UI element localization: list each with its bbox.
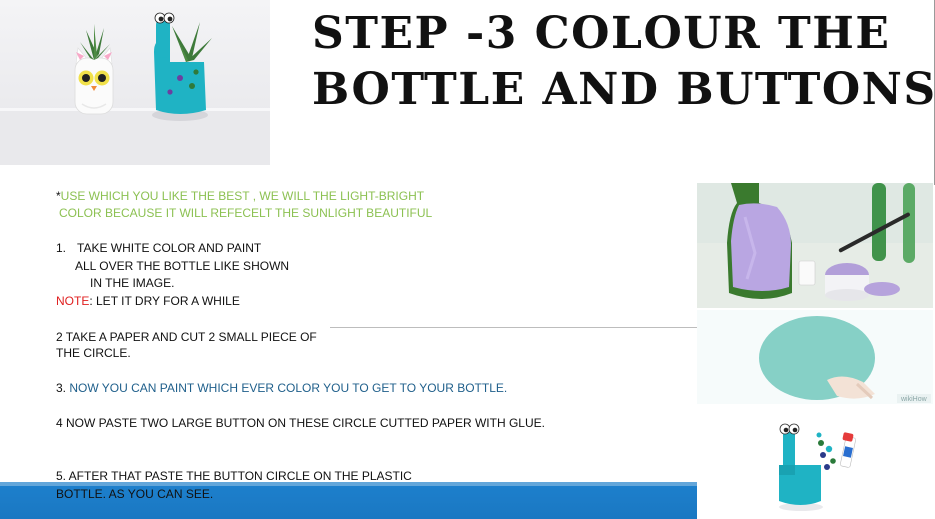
step1-number: 1.	[56, 241, 67, 255]
step3-line: 3. NOW YOU CAN PAINT WHICH EVER COLOR YO…	[56, 380, 507, 397]
intro-text-1: USE WHICH YOU LIKE THE BEST , WE WILL TH…	[60, 189, 425, 203]
step3-text: NOW YOU CAN PAINT WHICH EVER COLOR YOU T…	[69, 381, 508, 395]
photo-painting-bottle	[697, 183, 933, 308]
title-line-1: STEP -3 COLOUR THE	[312, 8, 891, 59]
hero-photo-bottle-planters	[0, 0, 270, 165]
step1-line-2: ALL OVER THE BOTTLE LIKE SHOWN	[75, 259, 290, 273]
step2-line-1: 2 TAKE A PAPER AND CUT 2 SMALL PIECE OF	[56, 330, 317, 344]
note-text: : LET IT DRY FOR A WHILE	[89, 294, 240, 308]
planters-illustration	[0, 12, 270, 165]
step3-number: 3.	[56, 381, 70, 395]
step1-note: NOTE: LET IT DRY FOR A WHILE	[56, 293, 240, 310]
spiky-plant-right	[172, 22, 212, 62]
turquoise-bottle-planter	[152, 12, 208, 121]
title-line-2: BOTTLE AND BUTTONS	[312, 64, 935, 115]
snake-bottle-illustration	[697, 405, 933, 519]
step2-line-2: THE CIRCLE.	[56, 346, 131, 360]
paper-circle-illustration: wikiHow	[697, 310, 933, 404]
step1-text-1: TAKE WHITE COLOR AND PAINT	[77, 241, 262, 255]
intro-line-1: *USE WHICH YOU LIKE THE BEST , WE WILL T…	[56, 188, 424, 205]
photo-paper-circle: wikiHow	[697, 310, 933, 404]
step5-line-2: BOTTLE. AS YOU CAN SEE.	[56, 487, 214, 501]
step1-line-1: 1. TAKE WHITE COLOR AND PAINT	[56, 240, 261, 257]
wikihow-watermark: wikiHow	[900, 396, 928, 403]
photo-snake-bottle-buttons	[697, 405, 933, 519]
page-title: STEP -3 COLOUR THE BOTTLE AND BUTTONS	[312, 6, 935, 118]
step4-line: 4 NOW PASTE TWO LARGE BUTTON ON THESE CI…	[56, 416, 545, 430]
divider-line	[330, 327, 697, 328]
intro-line-2: COLOR BECAUSE IT WILL REFECELT THE SUNLI…	[59, 206, 433, 220]
note-label: NOTE	[56, 294, 90, 308]
painting-bottle-illustration	[697, 183, 933, 308]
step1-line-3: IN THE IMAGE.	[90, 276, 175, 290]
